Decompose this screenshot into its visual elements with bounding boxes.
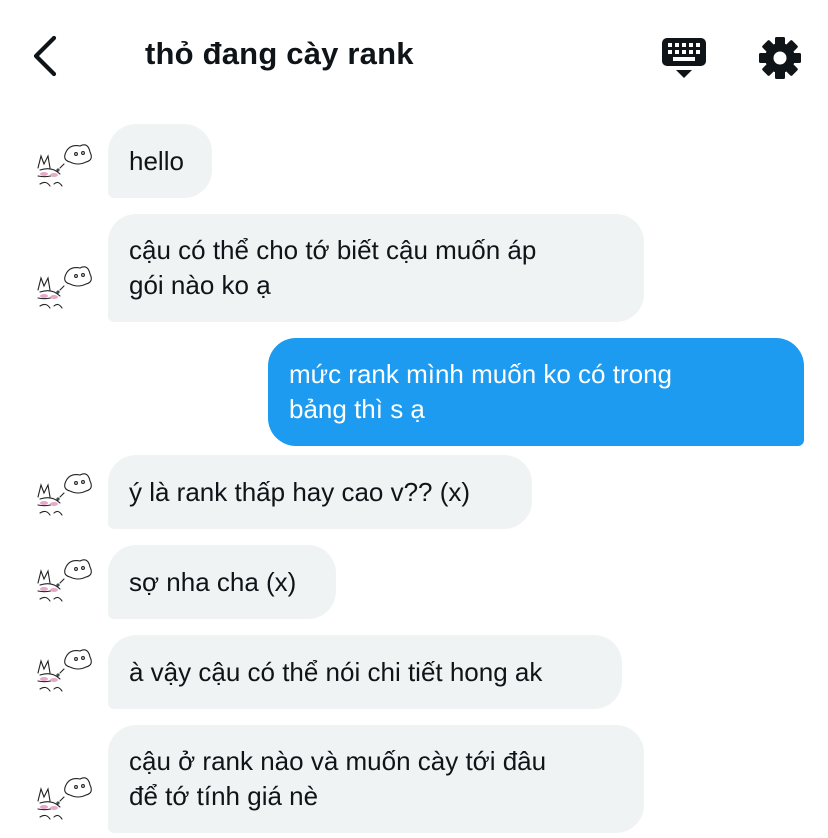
message-bubble[interactable]: ý là rank thấp hay cao v?? (x): [108, 455, 532, 529]
message-row: à vậy cậu có thể nói chi tiết hong ak: [0, 635, 828, 709]
message-row: hello: [0, 124, 828, 198]
avatar[interactable]: [30, 134, 96, 200]
message-bubble[interactable]: sợ nha cha (x): [108, 545, 336, 619]
message-row: cậu có thể cho tớ biết cậu muốn áp gói n…: [0, 214, 828, 322]
message-bubble-sent[interactable]: mức rank mình muốn ko có trong bảng thì …: [268, 338, 804, 446]
bunny-doodle-icon: [37, 473, 92, 516]
bunny-doodle-icon: [37, 777, 92, 820]
avatar[interactable]: [30, 549, 96, 615]
avatar[interactable]: [30, 767, 96, 833]
message-row: sợ nha cha (x): [0, 545, 828, 619]
conversation-title: thỏ đang cày rank: [145, 36, 414, 71]
message-bubble[interactable]: à vậy cậu có thể nói chi tiết hong ak: [108, 635, 622, 709]
avatar[interactable]: [30, 463, 96, 529]
message-row: ý là rank thấp hay cao v?? (x): [0, 455, 828, 529]
chevron-left-icon: [33, 35, 57, 77]
message-bubble[interactable]: cậu ở rank nào và muốn cày tới đâu để tớ…: [108, 725, 644, 833]
message-row: cậu ở rank nào và muốn cày tới đâu để tớ…: [0, 725, 828, 833]
bunny-doodle-icon: [37, 144, 92, 187]
keyboard-button[interactable]: [660, 36, 708, 80]
avatar[interactable]: [30, 639, 96, 705]
back-button[interactable]: [26, 34, 66, 78]
avatar[interactable]: [30, 256, 96, 322]
bunny-doodle-icon: [37, 266, 92, 309]
message-bubble[interactable]: cậu có thể cho tớ biết cậu muốn áp gói n…: [108, 214, 644, 322]
message-row: mức rank mình muốn ko có trong bảng thì …: [0, 338, 828, 446]
keyboard-icon: [662, 38, 706, 78]
settings-button[interactable]: [757, 35, 803, 81]
gear-icon: [759, 37, 801, 79]
message-bubble[interactable]: hello: [108, 124, 212, 198]
bunny-doodle-icon: [37, 559, 92, 602]
chat-header: thỏ đang cày rank: [0, 0, 828, 110]
bunny-doodle-icon: [37, 649, 92, 692]
